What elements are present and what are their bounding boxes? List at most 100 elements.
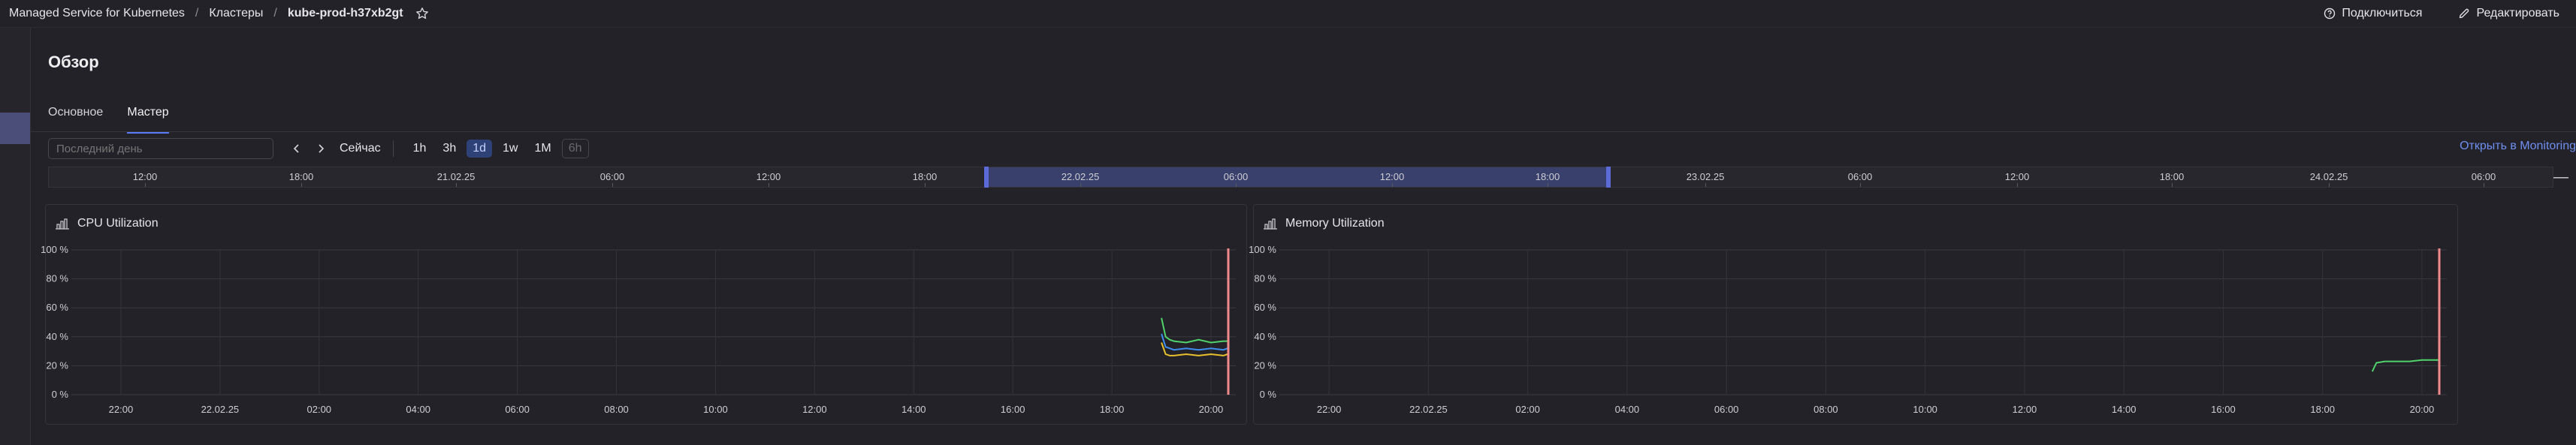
x-tick-label: 04:00 [406, 404, 430, 415]
x-tick-label: 16:00 [2211, 404, 2236, 415]
x-tick-label: 06:00 [505, 404, 530, 415]
next-period-button[interactable] [311, 138, 331, 159]
tab-general[interactable]: Основное [48, 98, 103, 132]
x-tick-label: 20:00 [2410, 404, 2435, 415]
x-tick-label: 16:00 [1001, 404, 1025, 415]
tab-master[interactable]: Мастер [127, 98, 169, 134]
timeline-tick [2329, 183, 2330, 187]
x-tick-label: 10:00 [1913, 404, 1937, 415]
y-tick-label: 100 % [41, 244, 68, 255]
timeline-tick [2017, 183, 2018, 187]
x-tick-label: 18:00 [1100, 404, 1125, 415]
y-tick-label: 80 % [46, 273, 68, 284]
timeline-tick [301, 183, 302, 187]
panel-title: Memory Utilization [1285, 217, 1385, 230]
breadcrumb: Managed Service for Kubernetes / Кластер… [9, 0, 429, 27]
tab-bar: Основное Мастер [48, 98, 193, 134]
timeline-label: 06:00 [1223, 171, 1249, 182]
cpu-chart[interactable]: 100 % 80 % 60 % 40 % 20 % 0 % 22:00 22.02.25 02:… [41, 235, 1246, 426]
x-tick-label: 02:00 [1515, 404, 1540, 415]
chart-icon [56, 218, 69, 230]
x-tick-label: 06:00 [1714, 404, 1739, 415]
page-title: Обзор [48, 53, 99, 71]
prev-period-button[interactable] [287, 138, 307, 159]
tab-divider [30, 131, 2576, 132]
chart-icon [1264, 218, 1277, 230]
y-tick-label: 0 % [52, 389, 69, 400]
breadcrumb-item-clusters[interactable]: Кластеры [209, 7, 263, 20]
help-circle-icon [2324, 8, 2336, 20]
timeline-label: 06:00 [2471, 171, 2496, 182]
edit-label: Редактировать [2476, 7, 2559, 20]
star-icon[interactable] [415, 7, 429, 20]
timeline-label: 12:00 [1379, 171, 1405, 182]
timeline-label: 06:00 [599, 171, 625, 182]
scale-6h: 6h [561, 139, 589, 158]
time-range-input[interactable] [48, 138, 273, 159]
memory-chart[interactable]: 100 % 80 % 60 % 40 % 20 % 0 % 22:00 22.02.25 02:… [1249, 235, 2457, 426]
timeline-tick [612, 183, 613, 187]
timeline-tick [1392, 183, 1393, 187]
line-chart: 100 % 80 % 60 % 40 % 20 % 0 % 22:00 22.02.25 02:… [1249, 244, 2447, 415]
timeline-tick [1705, 183, 1706, 187]
timeline-handle-left[interactable] [984, 167, 989, 188]
timeline-handle-right[interactable] [1606, 167, 1611, 188]
timeline-tick [1236, 183, 1237, 187]
timeline-label: 18:00 [1535, 171, 1560, 182]
x-tick-label: 22:00 [1317, 404, 1342, 415]
memory-utilization-panel: Memory Utilization 100 % 80 % 60 % 40 % 20 %… [1249, 204, 2458, 426]
edit-button[interactable]: Редактировать [2458, 7, 2559, 20]
scale-3h[interactable]: 3h [436, 140, 462, 158]
timeline-label: 18:00 [288, 171, 314, 182]
left-navigation-rail [0, 28, 31, 445]
x-tick-label: 22.02.25 [201, 404, 240, 415]
timeline-label: 12:00 [2004, 171, 2030, 182]
x-tick-label: 08:00 [1813, 404, 1838, 415]
scale-1h[interactable]: 1h [407, 140, 433, 158]
scale-1m[interactable]: 1M [528, 140, 557, 158]
y-tick-label: 0 % [1260, 389, 1277, 400]
time-toolbar: Сейчас 1h 3h 1d 1w 1M 6h [48, 137, 589, 160]
chevron-right-icon [319, 144, 325, 153]
series-line [1161, 317, 1228, 344]
breadcrumb-separator: / [195, 7, 199, 20]
x-tick-label: 14:00 [2112, 404, 2137, 415]
y-tick-label: 40 % [1254, 331, 1276, 342]
top-bar: Managed Service for Kubernetes / Кластер… [0, 0, 2576, 28]
now-button[interactable]: Сейчас [340, 142, 381, 155]
breadcrumb-item-service[interactable]: Managed Service for Kubernetes [9, 7, 185, 20]
timeline-tick [145, 183, 146, 187]
timeline-range-selector[interactable]: 12:00 18:00 21.02.25 06:00 12:00 18:00 22.02.2… [48, 167, 2553, 188]
zoom-out-button[interactable]: — [2552, 167, 2570, 188]
timeline-label: 23.02.25 [1686, 171, 1725, 182]
x-tick-label: 02:00 [307, 404, 332, 415]
breadcrumb-separator: / [273, 7, 277, 20]
connect-button[interactable]: Подключиться [2324, 7, 2422, 20]
timeline-label: 24.02.25 [2309, 171, 2348, 182]
x-tick-label: 10:00 [703, 404, 728, 415]
timeline-tick [1860, 183, 1861, 187]
timeline-label: 06:00 [1847, 171, 1873, 182]
x-tick-label: 22:00 [109, 404, 134, 415]
y-tick-label: 20 % [46, 359, 68, 371]
x-tick-label: 20:00 [1199, 404, 1224, 415]
pencil-icon [2460, 8, 2469, 19]
timeline-label: 21.02.25 [436, 171, 476, 182]
toolbar-divider [392, 140, 394, 157]
scale-1d[interactable]: 1d [467, 140, 493, 158]
panel-title: CPU Utilization [77, 217, 159, 230]
x-tick-label: 18:00 [2310, 404, 2335, 415]
y-tick-label: 40 % [46, 331, 68, 342]
y-tick-label: 20 % [1254, 359, 1276, 371]
connect-label: Подключиться [2342, 7, 2423, 20]
x-tick-label: 14:00 [901, 404, 926, 415]
timeline-label: 18:00 [2159, 171, 2185, 182]
timeline-label: 18:00 [912, 171, 938, 182]
breadcrumb-item-cluster: kube-prod-h37xb2gt [287, 7, 403, 20]
y-tick-label: 60 % [1254, 302, 1276, 313]
nav-item-active[interactable] [0, 113, 30, 144]
scale-1w[interactable]: 1w [497, 140, 524, 158]
line-chart: 100 % 80 % 60 % 40 % 20 % 0 % 22:00 22.02.25 02:… [41, 244, 1236, 415]
x-tick-label: 12:00 [2013, 404, 2037, 415]
open-monitoring-link[interactable]: Открыть в Monitoring [2460, 140, 2576, 153]
